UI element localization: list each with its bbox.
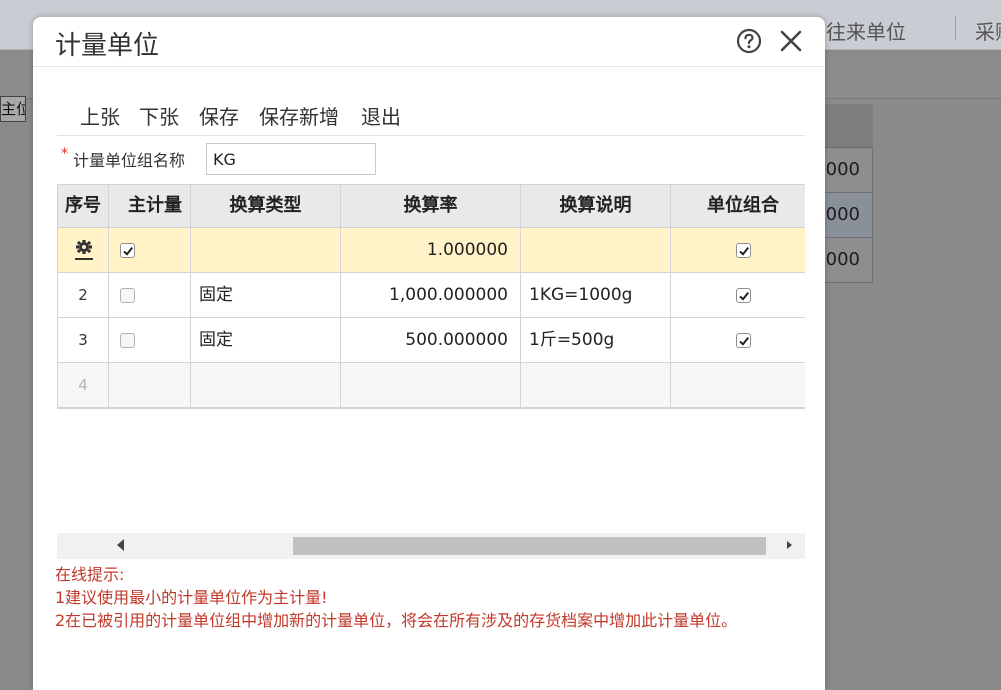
online-hints: 在线提示: 1建议使用最小的计量单位作为主计量! 2在已被引用的计量单位组中增加… [55, 563, 803, 632]
table-row[interactable]: 4 [58, 363, 805, 408]
unit-dialog: 计量单位 上张 下张 保存 保存新增 退出 * 计量单位组名称 序号 [33, 17, 825, 690]
dialog-toolbar: 上张 下张 保存 保存新增 退出 [57, 99, 805, 136]
save-new-button[interactable]: 保存新增 [259, 101, 339, 130]
unit-grid: 序号 主计量 换算类型 换算率 换算说明 单位组合 1.000000 2 固定 … [57, 184, 805, 409]
background-tab-divider [955, 16, 956, 40]
rate-cell[interactable]: 1,000.000000 [341, 273, 521, 317]
main-unit-cell[interactable] [109, 363, 191, 407]
table-row[interactable]: 3 固定 500.000000 1斤=500g [58, 318, 805, 363]
column-header-main[interactable]: 主计量 [109, 185, 191, 227]
rate-cell[interactable]: 1.000000 [341, 228, 521, 272]
unit-group-name-input[interactable] [206, 143, 376, 175]
rate-cell[interactable] [341, 363, 521, 407]
seq-cell: 4 [58, 363, 109, 407]
combo-cell [671, 318, 805, 362]
desc-cell[interactable] [521, 363, 671, 407]
scroll-right-arrow-icon[interactable] [787, 541, 792, 549]
next-button[interactable]: 下张 [139, 101, 179, 130]
dialog-title: 计量单位 [55, 31, 160, 61]
help-icon[interactable] [736, 28, 762, 54]
combo-cell[interactable] [671, 363, 805, 407]
type-cell[interactable] [191, 363, 341, 407]
row-settings-cell[interactable] [58, 228, 109, 272]
close-icon[interactable] [778, 28, 804, 54]
combo-cell [671, 273, 805, 317]
rate-cell[interactable]: 500.000000 [341, 318, 521, 362]
background-tab-partner[interactable]: 往来单位 [826, 16, 906, 45]
grid-header: 序号 主计量 换算类型 换算率 换算说明 单位组合 [58, 185, 805, 228]
desc-cell[interactable]: 1斤=500g [521, 318, 671, 362]
seq-cell: 2 [58, 273, 109, 317]
scroll-left-arrow-icon[interactable] [117, 539, 124, 551]
table-row[interactable]: 2 固定 1,000.000000 1KG=1000g [58, 273, 805, 318]
main-unit-checkbox[interactable] [120, 333, 135, 348]
gear-icon[interactable] [74, 238, 94, 262]
seq-cell: 3 [58, 318, 109, 362]
column-header-desc[interactable]: 换算说明 [521, 185, 671, 227]
type-cell[interactable]: 固定 [191, 273, 341, 317]
unit-group-name-label: 计量单位组名称 [73, 151, 186, 170]
scrollbar-thumb[interactable] [293, 537, 766, 555]
hints-title: 在线提示: [55, 565, 125, 584]
combo-checkbox[interactable] [736, 288, 751, 303]
desc-cell[interactable]: 1KG=1000g [521, 273, 671, 317]
table-row[interactable]: 1.000000 [58, 228, 805, 273]
horizontal-scrollbar[interactable] [57, 533, 805, 559]
background-tab-purchase[interactable]: 采购 [975, 16, 1001, 45]
column-header-type[interactable]: 换算类型 [191, 185, 341, 227]
main-unit-checkbox[interactable] [120, 243, 135, 258]
hint-line-1: 1建议使用最小的计量单位作为主计量! [55, 588, 328, 607]
type-cell[interactable] [191, 228, 341, 272]
required-star: * [61, 146, 68, 162]
prev-button[interactable]: 上张 [80, 101, 120, 130]
main-unit-checkbox[interactable] [120, 288, 135, 303]
type-cell[interactable]: 固定 [191, 318, 341, 362]
main-unit-cell [109, 228, 191, 272]
dialog-header: 计量单位 [33, 17, 825, 67]
column-header-rate[interactable]: 换算率 [341, 185, 521, 227]
desc-cell[interactable] [521, 228, 671, 272]
background-unit-chip[interactable]: 主位 [0, 96, 26, 122]
main-unit-cell [109, 318, 191, 362]
column-header-seq[interactable]: 序号 [58, 185, 109, 227]
combo-checkbox[interactable] [736, 243, 751, 258]
column-header-combo[interactable]: 单位组合 [671, 185, 805, 227]
combo-cell [671, 228, 805, 272]
exit-button[interactable]: 退出 [361, 101, 401, 130]
combo-checkbox[interactable] [736, 333, 751, 348]
hint-line-2: 2在已被引用的计量单位组中增加新的计量单位，将会在所有涉及的存货档案中增加此计量… [55, 611, 738, 630]
save-button[interactable]: 保存 [199, 101, 239, 130]
main-unit-cell [109, 273, 191, 317]
